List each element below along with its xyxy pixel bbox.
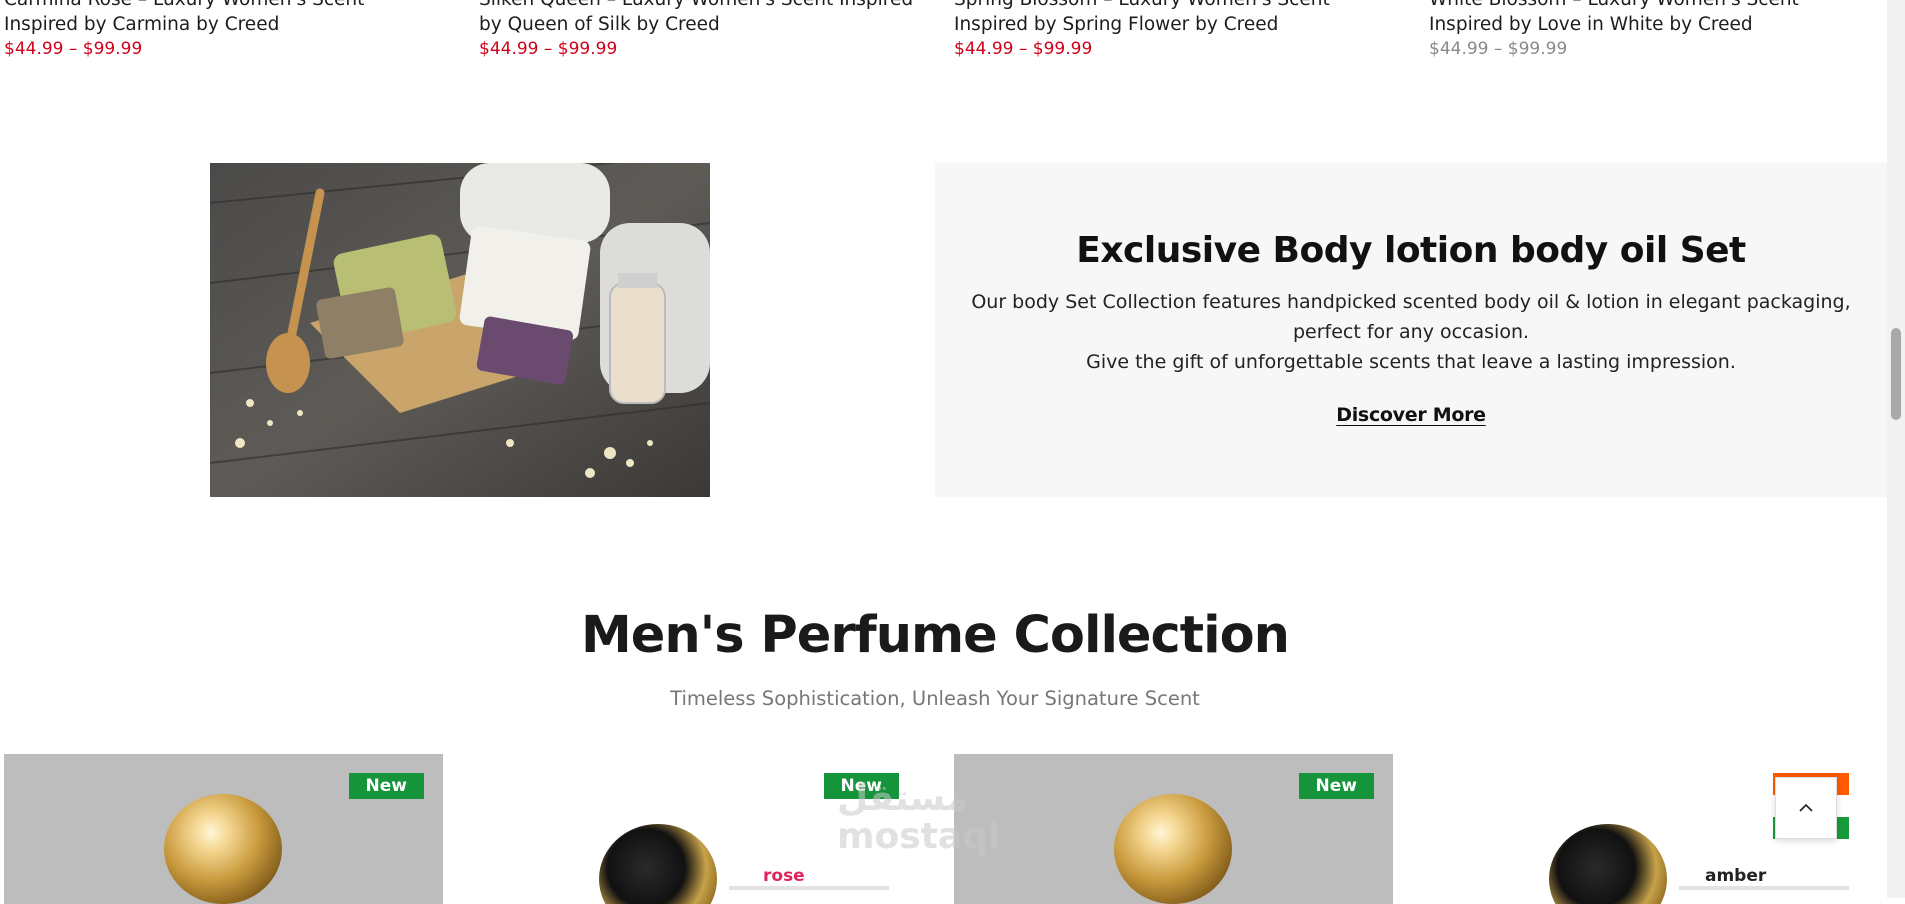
promo-panel: Exclusive Body lotion body oil Set Our b… bbox=[935, 163, 1887, 497]
product-name[interactable]: White Blossom – Luxury Women's Scent Ins… bbox=[1429, 0, 1869, 37]
promo-line-1: Our body Set Collection features handpic… bbox=[971, 291, 1851, 343]
product-card-silken-queen[interactable]: Silken Queen – Luxury Women's Scent Insp… bbox=[479, 0, 919, 62]
new-badge: New bbox=[348, 773, 424, 799]
promo-line-2: Give the gift of unforgettable scents th… bbox=[1086, 351, 1736, 373]
promo-title: Exclusive Body lotion body oil Set bbox=[1076, 230, 1746, 271]
bottle-label-line bbox=[1679, 886, 1849, 890]
promo-image bbox=[210, 163, 710, 497]
product-price: $44.99 – $99.99 bbox=[4, 39, 143, 59]
perfume-bottle-image bbox=[1549, 824, 1667, 904]
product-card-white-blossom[interactable]: White Blossom – Luxury Women's Scent Ins… bbox=[1429, 0, 1869, 62]
bottle-label-text: amber bbox=[1705, 866, 1767, 886]
back-to-top-button[interactable] bbox=[1775, 777, 1837, 839]
perfume-bottle-image bbox=[1114, 794, 1232, 904]
men-product-card-1[interactable]: New bbox=[4, 754, 443, 904]
product-price: $44.99 – $99.99 bbox=[1429, 39, 1568, 59]
men-product-card-3[interactable]: New bbox=[954, 754, 1393, 904]
page-scrollbar[interactable] bbox=[1887, 0, 1905, 898]
bottle-label-text: rose bbox=[763, 866, 805, 886]
product-name[interactable]: Carmina Rose – Luxury Women's Scent Insp… bbox=[4, 0, 444, 37]
bottle-label-line bbox=[729, 886, 889, 890]
product-card-carmina-rose[interactable]: Carmina Rose – Luxury Women's Scent Insp… bbox=[4, 0, 444, 62]
section-title: Men's Perfume Collection bbox=[581, 606, 1290, 665]
scrollbar-thumb[interactable] bbox=[1891, 328, 1901, 420]
promo-description: Our body Set Collection features handpic… bbox=[935, 287, 1887, 377]
product-price: $44.99 – $99.99 bbox=[954, 39, 1093, 59]
watermark-logo: مستقل mostaql bbox=[837, 778, 1001, 857]
new-badge: New bbox=[1298, 773, 1374, 799]
perfume-bottle-image bbox=[164, 794, 282, 904]
discover-more-link[interactable]: Discover More bbox=[935, 404, 1887, 426]
perfume-bottle-image bbox=[599, 824, 717, 904]
product-name[interactable]: Spring Blossom – Luxury Women's Scent In… bbox=[954, 0, 1394, 37]
product-price: $44.99 – $99.99 bbox=[479, 39, 618, 59]
product-card-spring-blossom[interactable]: Spring Blossom – Luxury Women's Scent In… bbox=[954, 0, 1394, 62]
chevron-up-icon bbox=[1799, 803, 1813, 812]
product-name[interactable]: Silken Queen – Luxury Women's Scent Insp… bbox=[479, 0, 919, 37]
section-subtitle: Timeless Sophistication, Unleash Your Si… bbox=[670, 687, 1200, 710]
